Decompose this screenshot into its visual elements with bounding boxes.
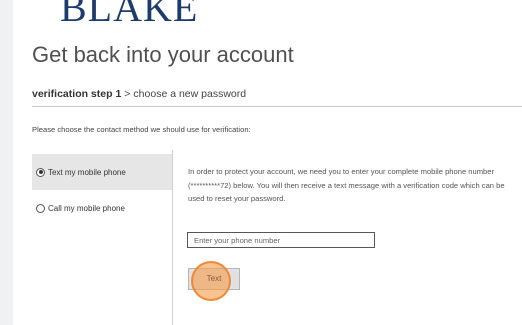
- blake-logo: BLAKE: [60, 0, 199, 30]
- option-label: Text my mobile phone: [48, 167, 126, 177]
- instruction-text: Please choose the contact method we shou…: [32, 125, 251, 134]
- option-call-mobile[interactable]: Call my mobile phone: [32, 190, 172, 226]
- contact-method-options: Text my mobile phone Call my mobile phon…: [32, 150, 173, 325]
- page-title: Get back into your account: [32, 42, 294, 67]
- password-reset-page: BLAKE Get back into your account verific…: [0, 0, 522, 325]
- radio-unselected-icon[interactable]: [36, 203, 45, 213]
- breadcrumb-steps: verification step 1 > choose a new passwor…: [32, 88, 246, 100]
- option-label: Call my mobile phone: [48, 203, 125, 213]
- current-step: verification step 1: [32, 88, 122, 100]
- radio-selected-icon[interactable]: [36, 167, 45, 177]
- verification-description: In order to protect your account, we nee…: [188, 167, 505, 203]
- next-step: choose a new password: [133, 88, 247, 100]
- phone-number-input[interactable]: [187, 232, 375, 248]
- option-text-mobile[interactable]: Text my mobile phone: [32, 154, 172, 190]
- text-button[interactable]: [188, 268, 240, 290]
- step-separator: >: [124, 88, 131, 100]
- left-edge-strip: [0, 0, 13, 325]
- steps-divider: [32, 106, 522, 107]
